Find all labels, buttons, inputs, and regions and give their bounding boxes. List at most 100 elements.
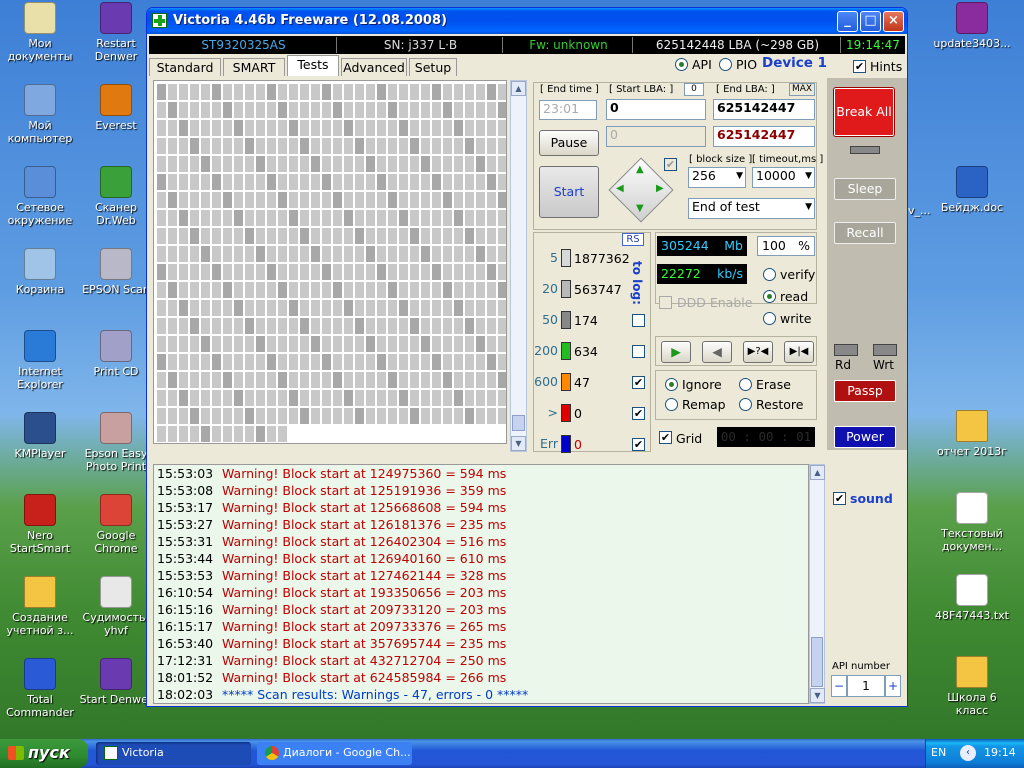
desktop-icon[interactable]: Сканер Dr.Web: [76, 166, 156, 227]
read-radio[interactable]: [763, 290, 776, 303]
desktop-icon[interactable]: Print CD: [76, 330, 156, 378]
desktop-icon[interactable]: Судимость-yhvf: [76, 576, 156, 637]
power-button[interactable]: Power: [834, 426, 896, 448]
desktop-icon[interactable]: Сетевое окружение: [0, 166, 80, 227]
tab-advanced[interactable]: Advanced: [341, 58, 407, 76]
grid-block: [421, 354, 430, 370]
desktop-icon[interactable]: Everest: [76, 84, 156, 132]
scroll-up-icon[interactable]: ▲: [511, 81, 526, 96]
step-query-icon[interactable]: ▶?◀: [743, 341, 773, 363]
end-lba-max-button[interactable]: MAX: [789, 83, 815, 96]
grid-scrollbar[interactable]: ▲ ▼: [510, 80, 527, 452]
restore-radio[interactable]: [739, 398, 752, 411]
desktop-icon[interactable]: Epson Easy Photo Print: [76, 412, 156, 473]
scroll-down-icon[interactable]: ▼: [810, 688, 825, 703]
end-lba-input[interactable]: 625142447: [713, 99, 815, 120]
minimize-button[interactable]: _: [837, 11, 858, 32]
desktop-icon[interactable]: Мои документы: [0, 2, 80, 63]
scroll-down-icon[interactable]: ▼: [511, 436, 526, 451]
desktop-icon[interactable]: Google Chrome: [76, 494, 156, 555]
tab-smart[interactable]: SMART: [223, 58, 285, 76]
end-action-select[interactable]: End of test ▼: [688, 198, 815, 219]
counter-log-checkbox[interactable]: ✔: [632, 407, 645, 420]
counter-log-checkbox[interactable]: ✔: [632, 438, 645, 451]
desktop-icon[interactable]: Restart Denwer: [76, 2, 156, 63]
passp-button[interactable]: Passp: [834, 380, 896, 402]
grid-block: [245, 354, 254, 370]
counter-log-checkbox[interactable]: ✔: [632, 376, 645, 389]
tab-tests[interactable]: Tests: [287, 55, 339, 76]
device-selector[interactable]: Device 1: [762, 55, 827, 71]
desktop-icon[interactable]: 48F47443.txt: [932, 574, 1012, 622]
desktop-icon[interactable]: Total Commander: [0, 658, 80, 719]
desktop-icon[interactable]: Start Denwer: [76, 658, 156, 706]
hints-checkbox[interactable]: ✔: [853, 60, 866, 73]
folder-icon: [956, 656, 988, 688]
desktop-icon[interactable]: Мой компьютер: [0, 84, 80, 145]
api-radio[interactable]: [675, 58, 688, 71]
break-all-button[interactable]: Break All: [834, 88, 894, 136]
arrow-up-icon[interactable]: ▲: [636, 164, 644, 175]
arrow-down-icon[interactable]: ▼: [636, 203, 644, 214]
desktop-icon[interactable]: Бейдж.doc: [932, 166, 1012, 214]
task-chrome[interactable]: Диалоги - Google Ch...: [257, 742, 412, 765]
api-number-increment[interactable]: +: [885, 675, 901, 697]
desktop-icon[interactable]: Internet Explorer: [0, 330, 80, 391]
desktop-icon[interactable]: Nero StartSmart: [0, 494, 80, 555]
grid-block: [267, 426, 276, 442]
desktop-icon[interactable]: Школа 6 класс: [932, 656, 1012, 717]
desktop-icon[interactable]: update3403...: [932, 2, 1012, 50]
verify-radio[interactable]: [763, 268, 776, 281]
close-button[interactable]: ×: [883, 11, 904, 32]
api-number-input[interactable]: 1: [847, 675, 885, 697]
rewind-icon[interactable]: ◀: [702, 341, 732, 363]
start-button[interactable]: Start: [539, 166, 599, 218]
desktop-icon[interactable]: Корзина: [0, 248, 80, 296]
start-lba-input[interactable]: 0: [606, 99, 706, 120]
recall-button[interactable]: Recall: [834, 222, 896, 244]
sound-checkbox[interactable]: ✔: [833, 492, 846, 505]
tab-setup[interactable]: Setup: [409, 58, 457, 76]
language-indicator[interactable]: EN: [931, 746, 946, 759]
desktop-icon[interactable]: EPSON Scan: [76, 248, 156, 296]
chevron-down-icon: ▼: [805, 171, 812, 181]
pio-radio[interactable]: [719, 58, 732, 71]
log-scrollbar[interactable]: ▲ ▼: [809, 464, 825, 704]
maximize-button[interactable]: □: [860, 11, 881, 32]
block-size-select[interactable]: 256 ▼: [688, 167, 746, 188]
api-number-decrement[interactable]: −: [831, 675, 847, 697]
log-scroll-thumb[interactable]: [811, 637, 823, 687]
grid-checkbox[interactable]: ✔: [659, 431, 672, 444]
erase-radio[interactable]: [739, 378, 752, 391]
counter-log-checkbox[interactable]: [632, 345, 645, 358]
desktop-icon[interactable]: Создание учетной з...: [0, 576, 80, 637]
remap-radio[interactable]: [665, 398, 678, 411]
write-radio[interactable]: [763, 312, 776, 325]
title-bar[interactable]: Victoria 4.46b Freeware (12.08.2008) _ □…: [147, 8, 907, 34]
ddd-enable-checkbox[interactable]: [659, 296, 672, 309]
timeout-label: [ timeout,ms ]: [752, 154, 824, 165]
task-victoria[interactable]: Victoria: [96, 742, 251, 765]
timeout-select[interactable]: 10000 ▼: [752, 167, 815, 188]
desktop-icon[interactable]: KMPlayer: [0, 412, 80, 460]
start-button[interactable]: пуск: [0, 739, 88, 768]
skip-end-icon[interactable]: ▶|◀: [784, 341, 814, 363]
direction-checkbox[interactable]: ✔: [664, 158, 677, 171]
grid-block: [289, 300, 298, 316]
arrow-left-icon[interactable]: ◀: [616, 183, 624, 194]
end-time-input[interactable]: 23:01: [539, 100, 597, 120]
desktop-icon[interactable]: Текстовый докумен...: [932, 492, 1012, 553]
start-lba-reset-button[interactable]: 0: [684, 83, 704, 96]
arrow-right-icon[interactable]: ▶: [656, 183, 664, 194]
desktop-icon[interactable]: отчет 2013г: [932, 410, 1012, 458]
tab-standard[interactable]: Standard: [149, 58, 221, 76]
scroll-up-icon[interactable]: ▲: [810, 465, 825, 480]
ignore-radio[interactable]: [665, 378, 678, 391]
reset-stats-button[interactable]: RS: [622, 233, 644, 246]
tray-arrow-icon[interactable]: ‹: [960, 745, 976, 761]
scroll-thumb[interactable]: [512, 415, 525, 431]
play-icon[interactable]: ▶: [661, 341, 691, 363]
sleep-button[interactable]: Sleep: [834, 178, 896, 200]
pause-button[interactable]: Pause: [539, 130, 599, 156]
counter-log-checkbox[interactable]: [632, 314, 645, 327]
